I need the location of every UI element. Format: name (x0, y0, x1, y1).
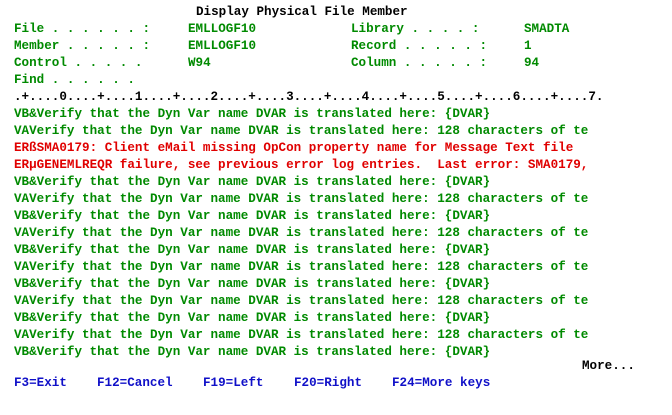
record-line: VB&Verify that the Dyn Var name DVAR is … (14, 107, 491, 121)
f20-right-key[interactable]: F20=Right (294, 375, 362, 392)
record-line: VB&Verify that the Dyn Var name DVAR is … (14, 209, 491, 223)
record-line: VB&Verify that the Dyn Var name DVAR is … (14, 311, 491, 325)
record-value[interactable]: 1 (524, 38, 532, 55)
record-label: Record . . . . . : (351, 39, 488, 53)
terminal-screen: Display Physical File Member File . . . … (0, 0, 672, 415)
control-label: Control . . . . . (14, 56, 143, 70)
find-input[interactable] (188, 72, 628, 89)
record-line-error: ERµGENEMLREQR failure, see previous erro… (14, 158, 589, 172)
column-ruler: .+....0....+....1....+....2....+....3...… (14, 90, 604, 104)
library-value: SMADTA (524, 22, 570, 36)
record-line: VAVerify that the Dyn Var name DVAR is t… (14, 260, 589, 274)
column-value[interactable]: 94 (524, 55, 539, 72)
f3-exit-key[interactable]: F3=Exit (14, 375, 67, 392)
record-line: VB&Verify that the Dyn Var name DVAR is … (14, 345, 491, 359)
record-line-error: ERßSMA0179: Client eMail missing OpCon p… (14, 141, 574, 155)
f19-left-key[interactable]: F19=Left (203, 375, 263, 392)
record-line: VAVerify that the Dyn Var name DVAR is t… (14, 328, 589, 342)
member-value: EMLLOGF10 (188, 39, 257, 53)
find-label: Find . . . . . . (14, 73, 135, 87)
record-line: VAVerify that the Dyn Var name DVAR is t… (14, 294, 589, 308)
record-line: VAVerify that the Dyn Var name DVAR is t… (14, 226, 589, 240)
screen-title: Display Physical File Member (196, 5, 408, 19)
column-label: Column . . . . . : (351, 56, 488, 70)
f24-more-keys[interactable]: F24=More keys (392, 375, 490, 392)
record-line: VAVerify that the Dyn Var name DVAR is t… (14, 192, 589, 206)
record-line: VB&Verify that the Dyn Var name DVAR is … (14, 175, 491, 189)
member-label: Member . . . . . : (14, 39, 151, 53)
record-line: VAVerify that the Dyn Var name DVAR is t… (14, 124, 589, 138)
control-input[interactable]: W94 (188, 55, 211, 72)
file-label: File . . . . . . : (14, 22, 151, 36)
file-value: EMLLOGF10 (188, 22, 257, 36)
f12-cancel-key[interactable]: F12=Cancel (97, 375, 173, 392)
record-line: VB&Verify that the Dyn Var name DVAR is … (14, 243, 491, 257)
more-indicator: More... (582, 359, 635, 373)
record-line: VB&Verify that the Dyn Var name DVAR is … (14, 277, 491, 291)
library-label: Library . . . . : (351, 22, 480, 36)
